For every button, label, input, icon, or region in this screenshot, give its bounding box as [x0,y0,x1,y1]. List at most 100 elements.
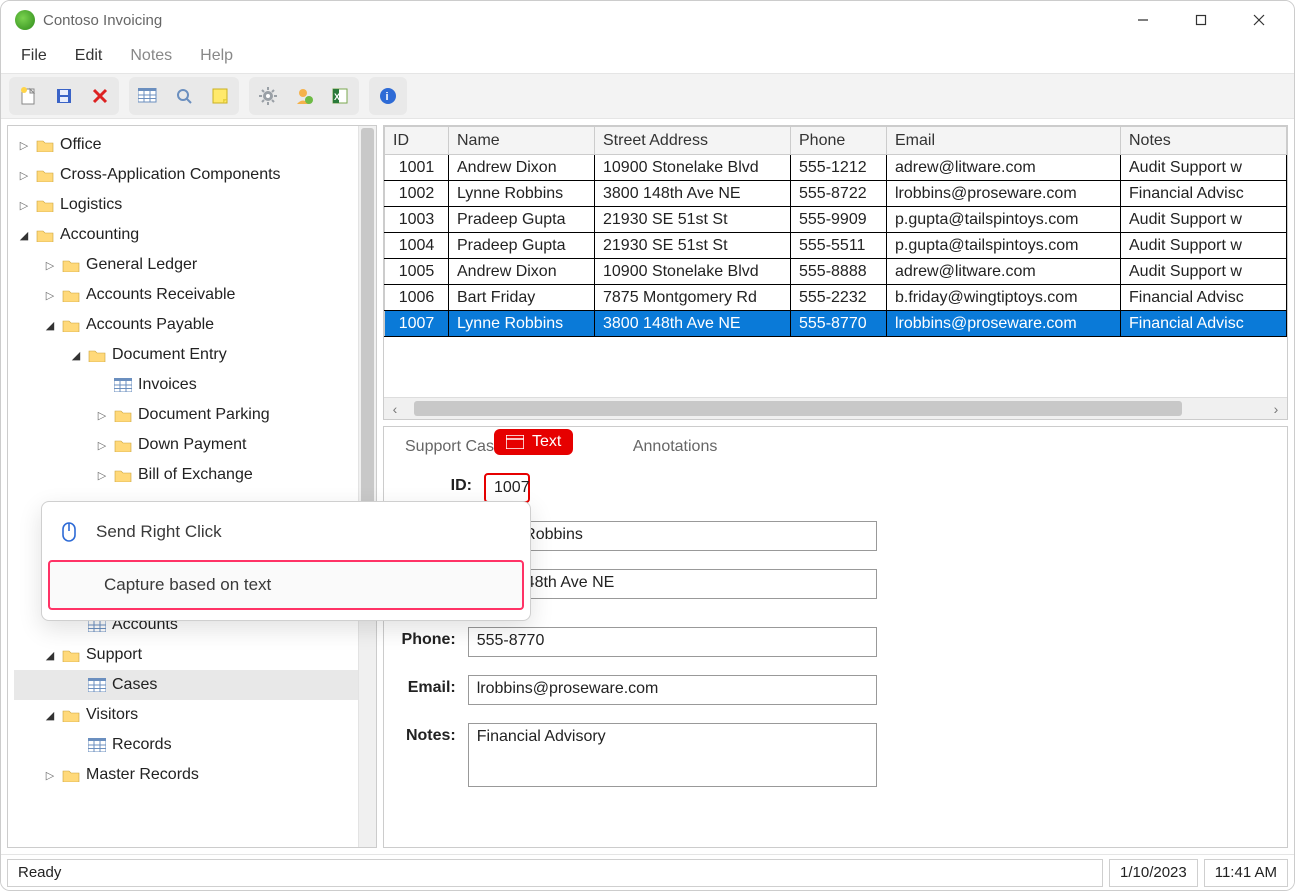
cell-email: b.friday@wingtiptoys.com [887,285,1121,311]
table-row[interactable]: 1005Andrew Dixon10900 Stonelake Blvd555-… [385,259,1287,285]
badge-label: Text [532,433,561,451]
tree-item-down-payment[interactable]: ▷Down Payment [14,430,358,460]
cell-id: 1007 [385,311,449,337]
cell-phone: 555-2232 [791,285,887,311]
cell-street: 3800 148th Ave NE [595,311,791,337]
form-value-notes[interactable]: Financial Advisory [468,723,877,787]
tree-label: Support [86,646,142,664]
menu-notes[interactable]: Notes [118,43,184,69]
tree-label: Document Entry [112,346,227,364]
tree-item-visitors[interactable]: ◢Visitors [14,700,358,730]
cell-id: 1006 [385,285,449,311]
context-capture-based-on-text[interactable]: Capture based on text [48,560,524,610]
tree-item-cases[interactable]: Cases [14,670,358,700]
tree-label: Office [60,136,102,154]
form-label-phone: Phone: [384,627,468,649]
cell-notes: Audit Support w [1121,207,1287,233]
form-value-email[interactable]: lrobbins@proseware.com [468,675,877,705]
search-icon[interactable] [167,79,201,113]
form-value-id[interactable]: 1007 [484,473,530,503]
form-label-id: ID: [384,473,484,495]
table-icon[interactable] [131,79,165,113]
user-icon[interactable] [287,79,321,113]
menu-edit[interactable]: Edit [63,43,115,69]
navigation-tree: ▷Office ▷Cross-Application Components ▷L… [7,125,377,848]
table-row[interactable]: 1007Lynne Robbins3800 148th Ave NE555-87… [385,311,1287,337]
grid-header-row: ID Name Street Address Phone Email Notes [385,127,1287,155]
detail-form: Support Case Text Annotations ID: 1007 N… [383,426,1288,848]
table-row[interactable]: 1004Pradeep Gupta21930 SE 51st St555-551… [385,233,1287,259]
tree-item-office[interactable]: ▷Office [14,130,358,160]
window-title: Contoso Invoicing [43,12,162,29]
context-menu: Send Right Click Capture based on text [41,501,531,621]
table-row[interactable]: 1001Andrew Dixon10900 Stonelake Blvd555-… [385,155,1287,181]
form-label-email: Email: [384,675,468,697]
tree-item-invoices[interactable]: Invoices [14,370,358,400]
minimize-button[interactable] [1114,1,1172,39]
cell-name: Lynne Robbins [449,181,595,207]
cell-street: 7875 Montgomery Rd [595,285,791,311]
tab-annotations[interactable]: Annotations [616,431,735,463]
tree-label: Records [112,736,172,754]
tree-scrollbar[interactable] [358,126,376,847]
tree-item-logistics[interactable]: ▷Logistics [14,190,358,220]
cell-notes: Financial Advisc [1121,285,1287,311]
form-label-notes: Notes: [384,723,468,745]
table-row[interactable]: 1003Pradeep Gupta21930 SE 51st St555-990… [385,207,1287,233]
tree-label: Master Records [86,766,199,784]
cell-street: 21930 SE 51st St [595,233,791,259]
info-icon[interactable]: i [371,79,405,113]
table-row[interactable]: 1002Lynne Robbins3800 148th Ave NE555-87… [385,181,1287,207]
excel-icon[interactable]: X [323,79,357,113]
cell-email: p.gupta@tailspintoys.com [887,207,1121,233]
col-phone[interactable]: Phone [791,127,887,155]
close-button[interactable] [1230,1,1288,39]
form-value-phone[interactable]: 555-8770 [468,627,877,657]
table-row[interactable]: 1006Bart Friday7875 Montgomery Rd555-223… [385,285,1287,311]
menubar: File Edit Notes Help [1,39,1294,73]
text-capture-badge[interactable]: Text [494,429,573,455]
cell-id: 1005 [385,259,449,285]
tree-item-records[interactable]: Records [14,730,358,760]
col-notes[interactable]: Notes [1121,127,1287,155]
col-email[interactable]: Email [887,127,1121,155]
cell-notes: Audit Support w [1121,155,1287,181]
gear-icon[interactable] [251,79,285,113]
cell-phone: 555-1212 [791,155,887,181]
maximize-button[interactable] [1172,1,1230,39]
context-send-right-click[interactable]: Send Right Click [42,508,530,556]
tree-item-accounting[interactable]: ◢Accounting [14,220,358,250]
delete-icon[interactable] [83,79,117,113]
tree-label: Accounts Payable [86,316,214,334]
tree-item-document-entry[interactable]: ◢Document Entry [14,340,358,370]
tree-item-document-parking[interactable]: ▷Document Parking [14,400,358,430]
svg-text:X: X [334,92,340,102]
tree-item-crossapp[interactable]: ▷Cross-Application Components [14,160,358,190]
cell-name: Andrew Dixon [449,155,595,181]
tree-item-master-records[interactable]: ▷Master Records [14,760,358,790]
tree-item-accounts-receivable[interactable]: ▷Accounts Receivable [14,280,358,310]
cell-email: p.gupta@tailspintoys.com [887,233,1121,259]
sticky-note-icon[interactable] [203,79,237,113]
tree-item-bill-of-exchange[interactable]: ▷Bill of Exchange [14,460,358,490]
cell-email: lrobbins@proseware.com [887,181,1121,207]
new-icon[interactable] [11,79,45,113]
menu-file[interactable]: File [9,43,59,69]
statusbar: Ready 1/10/2023 11:41 AM [1,854,1294,890]
tree-item-general-ledger[interactable]: ▷General Ledger [14,250,358,280]
tree-item-support[interactable]: ◢Support [14,640,358,670]
status-text: Ready [7,859,1103,887]
mouse-icon [60,521,82,543]
menu-help[interactable]: Help [188,43,245,69]
grid-h-scrollbar[interactable]: ‹ › [384,397,1287,419]
col-street[interactable]: Street Address [595,127,791,155]
cell-notes: Audit Support w [1121,259,1287,285]
cell-phone: 555-5511 [791,233,887,259]
col-id[interactable]: ID [385,127,449,155]
tree-item-accounts-payable[interactable]: ◢Accounts Payable [14,310,358,340]
save-icon[interactable] [47,79,81,113]
cell-name: Bart Friday [449,285,595,311]
cell-id: 1002 [385,181,449,207]
tree-label: Bill of Exchange [138,466,253,484]
col-name[interactable]: Name [449,127,595,155]
